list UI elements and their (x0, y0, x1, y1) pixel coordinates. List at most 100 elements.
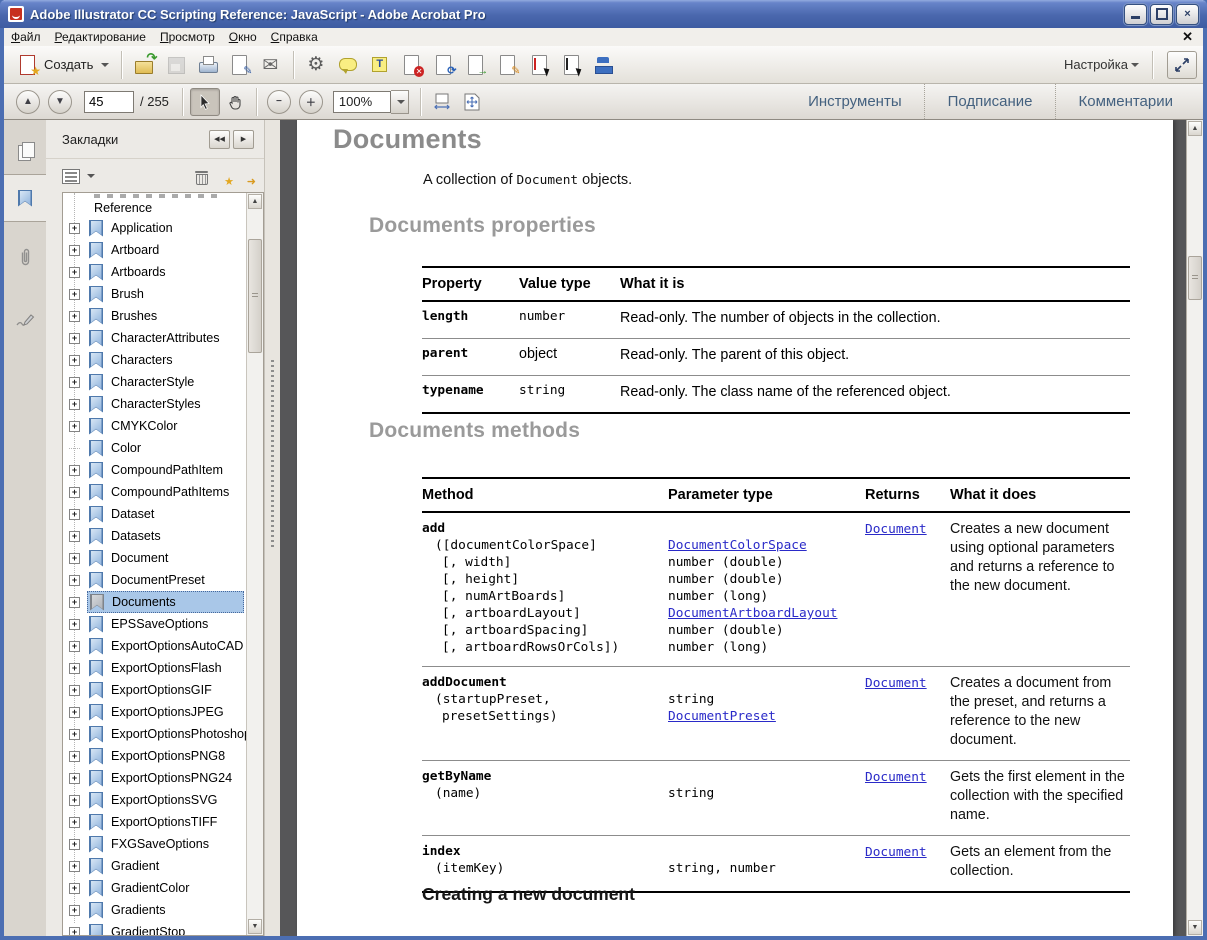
panel-button-sign[interactable]: Подписание (926, 84, 1055, 119)
bookmark-item-documents[interactable]: +Documents (63, 591, 246, 613)
panel-button-comments[interactable]: Комментарии (1057, 84, 1195, 119)
expand-plus-icon[interactable]: + (69, 553, 80, 564)
page-thumbnails-tab[interactable] (4, 128, 46, 174)
panel-button-tools[interactable]: Инструменты (786, 84, 924, 119)
close-document-button[interactable]: ✕ (1182, 29, 1193, 45)
bookmark-item-gradient[interactable]: +Gradient (63, 855, 246, 877)
expand-plus-icon[interactable]: + (69, 575, 80, 586)
bookmark-item-document[interactable]: +Document (63, 547, 246, 569)
expand-plus-icon[interactable]: + (69, 861, 80, 872)
zoom-dropdown-button[interactable] (391, 90, 409, 114)
minimize-button[interactable] (1124, 4, 1147, 25)
expand-plus-icon[interactable]: + (69, 773, 80, 784)
bookmark-item-color[interactable]: Color (63, 437, 246, 459)
close-button[interactable]: × (1176, 4, 1199, 25)
expand-plus-icon[interactable]: + (69, 289, 80, 300)
menu-edit[interactable]: Редактирование (48, 29, 153, 45)
zoom-in-button[interactable]: ＋ (299, 90, 323, 114)
bookmark-item-exportoptionspng8[interactable]: +ExportOptionsPNG8 (63, 745, 246, 767)
fullscreen-toggle-button[interactable] (1167, 51, 1197, 79)
expand-plus-icon[interactable]: + (69, 619, 80, 630)
returns-link[interactable]: Document (865, 770, 927, 785)
expand-plus-icon[interactable]: + (69, 465, 80, 476)
bookmark-item-dataset[interactable]: +Dataset (63, 503, 246, 525)
type-link[interactable]: DocumentArtboardLayout (668, 606, 838, 621)
bookmarks-tab[interactable] (4, 174, 46, 222)
expand-panel-button[interactable]: ▶ (233, 130, 254, 149)
attachments-tab[interactable] (4, 234, 46, 280)
bookmark-item-artboards[interactable]: +Artboards (63, 261, 246, 283)
export-page-button[interactable]: → (461, 50, 491, 80)
save-button[interactable] (161, 50, 191, 80)
bookmark-item-exportoptionsautocad[interactable]: +ExportOptionsAutoCAD (63, 635, 246, 657)
scroll-up-button[interactable]: ▲ (248, 194, 262, 209)
expand-plus-icon[interactable]: + (69, 905, 80, 916)
stamp-button[interactable] (589, 50, 619, 80)
bookmark-item-brushes[interactable]: +Brushes (63, 305, 246, 327)
bookmark-item-reference[interactable]: Reference (63, 198, 246, 217)
bookmark-item-exportoptionsphotoshop[interactable]: +ExportOptionsPhotoshop (63, 723, 246, 745)
scrollbar-thumb[interactable] (248, 239, 262, 353)
bookmark-item-cmykcolor[interactable]: +CMYKColor (63, 415, 246, 437)
bookmark-item-documentpreset[interactable]: +DocumentPreset (63, 569, 246, 591)
hand-tool-button[interactable] (222, 89, 250, 115)
create-button[interactable]: Создать (11, 50, 115, 80)
fit-width-button[interactable] (428, 89, 456, 115)
scroll-up-button[interactable]: ▲ (1188, 121, 1202, 136)
expand-plus-icon[interactable]: + (69, 531, 80, 542)
fit-page-button[interactable] (458, 89, 486, 115)
expand-plus-icon[interactable]: + (69, 399, 80, 410)
expand-plus-icon[interactable]: + (69, 245, 80, 256)
zoom-level-value[interactable]: 100% (333, 91, 391, 113)
bookmark-item-gradientcolor[interactable]: +GradientColor (63, 877, 246, 899)
bookmark-item-gradients[interactable]: +Gradients (63, 899, 246, 921)
document-scrollbar[interactable]: ▲ ▼ (1186, 120, 1203, 936)
expand-plus-icon[interactable]: + (69, 487, 80, 498)
expand-plus-icon[interactable]: + (69, 729, 80, 740)
delete-pages-button[interactable] (397, 50, 427, 80)
bookmark-item-characterstyles[interactable]: +CharacterStyles (63, 393, 246, 415)
expand-plus-icon[interactable]: + (69, 795, 80, 806)
bookmarks-scrollbar[interactable]: ▲ ▼ (246, 193, 263, 935)
new-bookmark-button[interactable]: ★ (214, 168, 230, 185)
expand-plus-icon[interactable]: + (69, 421, 80, 432)
expand-plus-icon[interactable]: + (69, 311, 80, 322)
expand-plus-icon[interactable]: + (69, 751, 80, 762)
preferences-button[interactable] (301, 50, 331, 80)
bookmark-goto-button[interactable]: ➜ (236, 168, 252, 185)
previous-page-button[interactable]: ▲ (16, 90, 40, 114)
returns-link[interactable]: Document (865, 522, 927, 537)
extract-pages-button[interactable]: ⟳ (429, 50, 459, 80)
expand-plus-icon[interactable]: + (69, 685, 80, 696)
bookmark-item-exportoptionssvg[interactable]: +ExportOptionsSVG (63, 789, 246, 811)
returns-link[interactable]: Document (865, 676, 927, 691)
bookmark-item-gradientstop[interactable]: +GradientStop (63, 921, 246, 935)
bookmark-item-exportoptionsflash[interactable]: +ExportOptionsFlash (63, 657, 246, 679)
bookmark-item-compoundpathitem[interactable]: +CompoundPathItem (63, 459, 246, 481)
collapse-panel-button[interactable]: ◀◀ (209, 130, 230, 149)
next-page-button[interactable]: ▼ (48, 90, 72, 114)
bookmark-item-fxgsaveoptions[interactable]: +FXGSaveOptions (63, 833, 246, 855)
sign-document-button[interactable]: ✎ (225, 50, 255, 80)
expand-plus-icon[interactable]: + (69, 817, 80, 828)
menu-view[interactable]: Просмотр (153, 29, 222, 45)
scroll-down-button[interactable]: ▼ (248, 919, 262, 934)
highlight-text-button[interactable] (365, 50, 395, 80)
bookmark-item-datasets[interactable]: +Datasets (63, 525, 246, 547)
returns-link[interactable]: Document (865, 845, 927, 860)
apply-redaction-button[interactable] (557, 50, 587, 80)
expand-plus-icon[interactable]: + (69, 883, 80, 894)
bookmark-item-characterattributes[interactable]: +CharacterAttributes (63, 327, 246, 349)
expand-plus-icon[interactable]: + (69, 267, 80, 278)
bookmark-item-epssaveoptions[interactable]: +EPSSaveOptions (63, 613, 246, 635)
print-button[interactable] (193, 50, 223, 80)
expand-plus-icon[interactable]: + (69, 597, 80, 608)
bookmark-item-characterstyle[interactable]: +CharacterStyle (63, 371, 246, 393)
panel-resize-handle[interactable] (264, 120, 281, 936)
bookmark-item-brush[interactable]: +Brush (63, 283, 246, 305)
expand-plus-icon[interactable]: + (69, 839, 80, 850)
bookmark-item-exportoptionstiff[interactable]: +ExportOptionsTIFF (63, 811, 246, 833)
bookmark-item-exportoptionspng24[interactable]: +ExportOptionsPNG24 (63, 767, 246, 789)
page-number-input[interactable] (84, 91, 134, 113)
expand-plus-icon[interactable]: + (69, 223, 80, 234)
